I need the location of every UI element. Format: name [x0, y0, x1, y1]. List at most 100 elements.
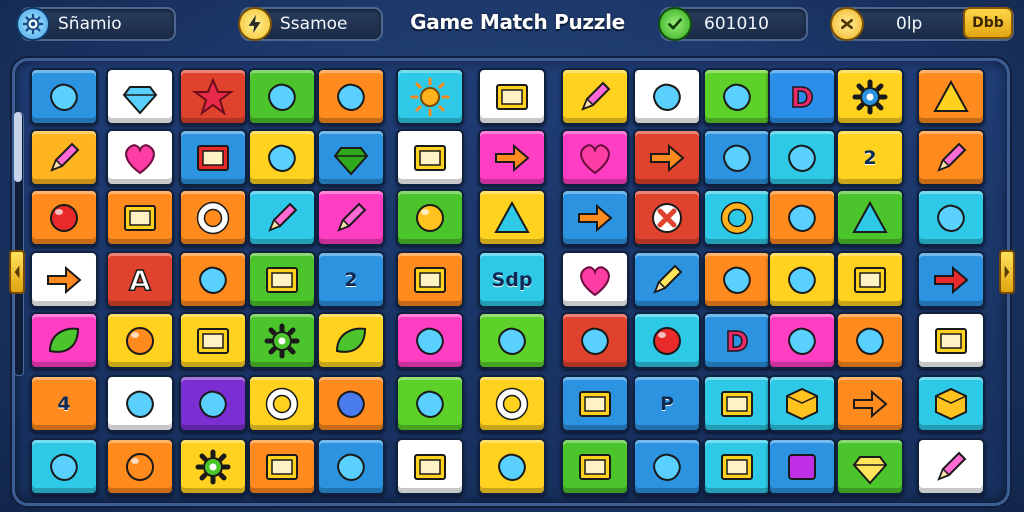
board-tile[interactable] — [248, 438, 316, 495]
right-arrow-button[interactable] — [999, 250, 1015, 294]
board-tile[interactable] — [248, 129, 316, 186]
left-arrow-button[interactable] — [9, 250, 25, 294]
board-tile[interactable] — [30, 438, 98, 495]
board-tile[interactable] — [633, 189, 701, 246]
board-tile[interactable] — [317, 189, 385, 246]
board-tile[interactable] — [179, 312, 247, 369]
tile-label: 2 — [863, 146, 877, 169]
board-tile[interactable]: 4 — [30, 375, 98, 432]
board-tile[interactable] — [917, 251, 985, 308]
coins-action-button[interactable]: Dbb — [963, 7, 1013, 39]
bird-icon — [853, 389, 888, 418]
board-tile[interactable] — [396, 312, 464, 369]
board-tile[interactable] — [30, 312, 98, 369]
board-tile[interactable] — [179, 129, 247, 186]
board-tile[interactable] — [396, 375, 464, 432]
board-tile[interactable]: D — [703, 312, 771, 369]
board-tile[interactable] — [317, 129, 385, 186]
board-tile[interactable] — [478, 312, 546, 369]
board-tile[interactable] — [478, 438, 546, 495]
board-tile[interactable] — [917, 68, 985, 125]
board-tile[interactable] — [248, 251, 316, 308]
board-tile[interactable] — [561, 312, 629, 369]
board-tile[interactable] — [248, 68, 316, 125]
board-tile[interactable] — [396, 129, 464, 186]
board-tile[interactable] — [106, 312, 174, 369]
board-tile[interactable] — [561, 68, 629, 125]
board-tile[interactable] — [179, 189, 247, 246]
board-tile[interactable] — [633, 438, 701, 495]
board-tile[interactable] — [703, 129, 771, 186]
board-tile[interactable] — [179, 438, 247, 495]
board-tile[interactable] — [561, 189, 629, 246]
board-tile[interactable] — [106, 189, 174, 246]
board-tile[interactable] — [703, 189, 771, 246]
board-tile[interactable] — [768, 251, 836, 308]
board-tile[interactable] — [317, 312, 385, 369]
board-tile[interactable] — [396, 251, 464, 308]
board-tile[interactable] — [703, 68, 771, 125]
board-tile[interactable] — [106, 68, 174, 125]
board-tile[interactable] — [248, 375, 316, 432]
board-tile[interactable] — [30, 68, 98, 125]
board-tile[interactable] — [917, 375, 985, 432]
board-tile[interactable] — [703, 251, 771, 308]
board-tile[interactable] — [633, 129, 701, 186]
board-tile[interactable] — [917, 129, 985, 186]
board-tile[interactable]: D — [768, 68, 836, 125]
board-tile[interactable] — [248, 189, 316, 246]
board-tile[interactable] — [836, 438, 904, 495]
board-tile[interactable] — [30, 129, 98, 186]
board-tile[interactable] — [317, 68, 385, 125]
board-tile[interactable] — [561, 251, 629, 308]
board-tile[interactable] — [836, 312, 904, 369]
board-tile[interactable] — [703, 438, 771, 495]
board-tile[interactable] — [317, 375, 385, 432]
board-tile[interactable] — [106, 129, 174, 186]
board-tile[interactable] — [836, 68, 904, 125]
board-tile[interactable] — [836, 189, 904, 246]
board-tile[interactable]: 2 — [317, 251, 385, 308]
board-tile[interactable]: A — [106, 251, 174, 308]
board-tile[interactable] — [836, 375, 904, 432]
board-tile[interactable] — [633, 251, 701, 308]
board-tile[interactable] — [478, 129, 546, 186]
board-tile[interactable] — [561, 129, 629, 186]
board-tile[interactable] — [30, 189, 98, 246]
board-tile[interactable] — [106, 438, 174, 495]
board-tile[interactable] — [917, 312, 985, 369]
board-tile[interactable] — [396, 438, 464, 495]
board-tile[interactable] — [633, 68, 701, 125]
board-tile[interactable] — [917, 438, 985, 495]
board-tile[interactable] — [768, 129, 836, 186]
board-tile[interactable] — [703, 375, 771, 432]
scrollbar-thumb[interactable] — [14, 112, 22, 182]
board-tile[interactable] — [30, 251, 98, 308]
board-tile[interactable] — [768, 312, 836, 369]
figures-icon — [788, 266, 816, 294]
board-tile[interactable] — [396, 68, 464, 125]
board-tile[interactable] — [768, 189, 836, 246]
d-card-icon — [721, 453, 753, 480]
board-tile[interactable] — [478, 68, 546, 125]
board-tile[interactable] — [317, 438, 385, 495]
board-tile[interactable] — [179, 375, 247, 432]
eraser-icon — [937, 451, 967, 481]
board-tile[interactable] — [396, 189, 464, 246]
board-tile[interactable] — [248, 312, 316, 369]
board-tile[interactable] — [768, 438, 836, 495]
board-tile[interactable] — [561, 438, 629, 495]
board-tile[interactable] — [836, 251, 904, 308]
board-tile[interactable] — [478, 189, 546, 246]
board-tile[interactable] — [633, 312, 701, 369]
board-tile[interactable]: P — [633, 375, 701, 432]
board-tile[interactable] — [478, 375, 546, 432]
board-tile[interactable] — [561, 375, 629, 432]
board-tile[interactable] — [179, 251, 247, 308]
board-tile[interactable] — [179, 68, 247, 125]
board-tile[interactable] — [917, 189, 985, 246]
board-tile[interactable]: Sdp — [478, 251, 546, 308]
board-tile[interactable] — [106, 375, 174, 432]
board-tile[interactable] — [768, 375, 836, 432]
board-tile[interactable]: 2 — [836, 129, 904, 186]
